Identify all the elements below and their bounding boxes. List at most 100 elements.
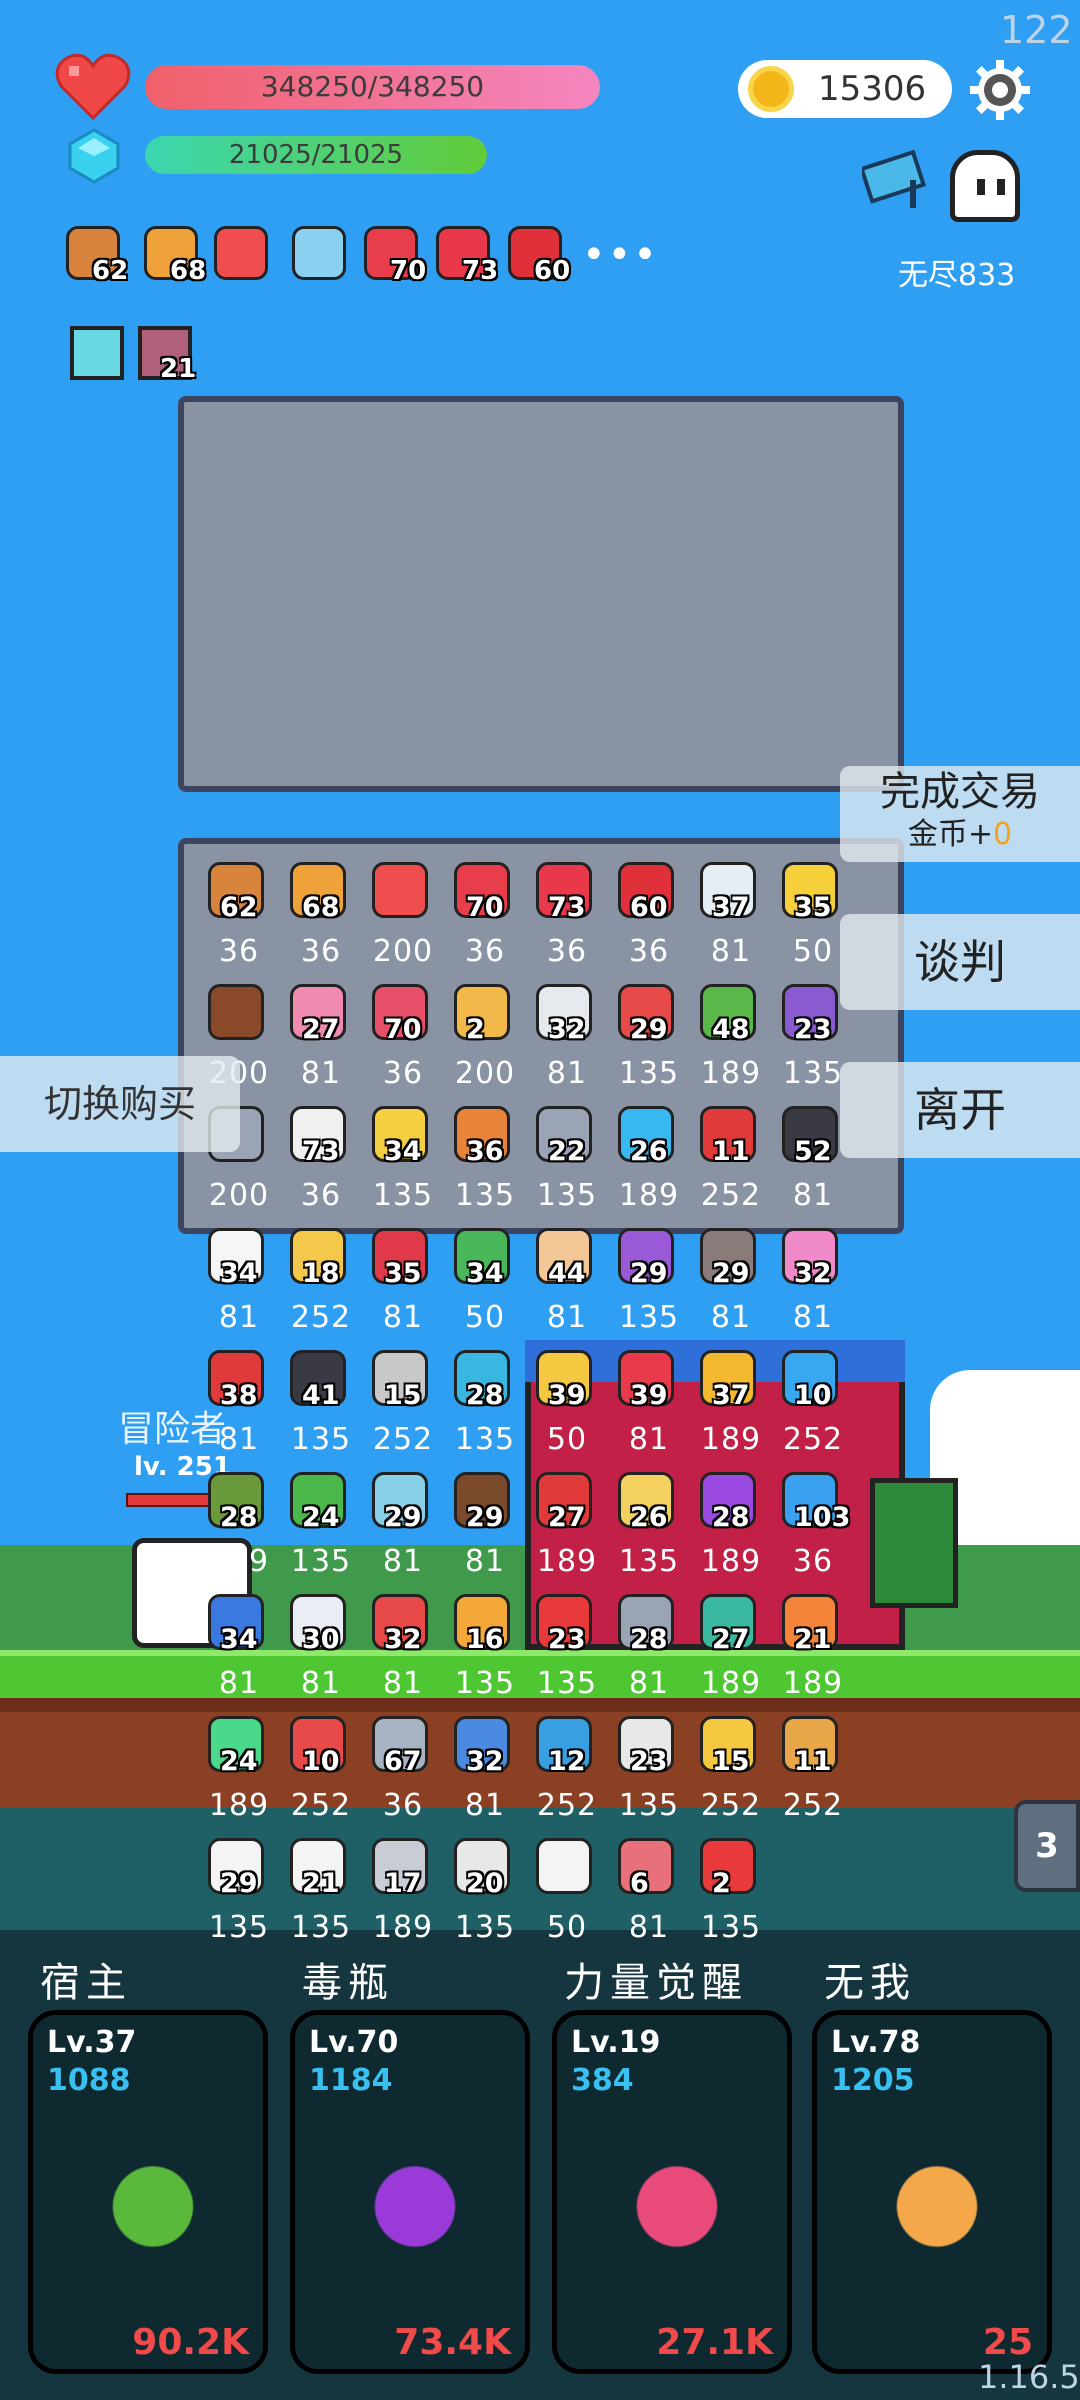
- shop-item[interactable]: 27 189: [526, 1472, 608, 1590]
- shop-item[interactable]: 37 81: [690, 862, 772, 980]
- shop-item[interactable]: 15 252: [690, 1716, 772, 1834]
- shop-item[interactable]: 28 135: [444, 1350, 526, 1468]
- negotiate-button[interactable]: 谈判: [840, 914, 1080, 1010]
- shop-item[interactable]: 103 36: [772, 1472, 854, 1590]
- shop-item[interactable]: 24 135: [280, 1472, 362, 1590]
- shop-item[interactable]: 48 189: [690, 984, 772, 1102]
- shop-item[interactable]: 34 50: [444, 1228, 526, 1346]
- shop-item[interactable]: 32 81: [362, 1594, 444, 1712]
- shop-item[interactable]: 27 81: [280, 984, 362, 1102]
- shop-item[interactable]: 2 135: [690, 1838, 772, 1956]
- item-count: 48: [712, 1014, 750, 1045]
- shop-item[interactable]: 28 189: [690, 1472, 772, 1590]
- shop-item[interactable]: 73 36: [280, 1106, 362, 1224]
- shop-item[interactable]: 27 189: [690, 1594, 772, 1712]
- shop-item[interactable]: 50: [526, 1838, 608, 1956]
- item-count: 62: [220, 892, 258, 923]
- shop-item[interactable]: 21 135: [280, 1838, 362, 1956]
- buff-slot[interactable]: 68: [140, 222, 206, 288]
- shop-item[interactable]: 24 189: [198, 1716, 280, 1834]
- buff-slot[interactable]: [210, 222, 276, 288]
- shop-item[interactable]: 73 36: [526, 862, 608, 980]
- item-price: 50: [546, 1910, 588, 1945]
- shop-item[interactable]: 32 81: [444, 1716, 526, 1834]
- buff-slot[interactable]: 73: [432, 222, 498, 288]
- shop-item[interactable]: 10 252: [280, 1716, 362, 1834]
- version-label: 1.16.5: [978, 2358, 1080, 2396]
- skill-card[interactable]: Lv.19 384 27.1K: [552, 2010, 792, 2374]
- status-effect-slot[interactable]: 21: [136, 324, 202, 390]
- shop-item[interactable]: 39 81: [608, 1350, 690, 1468]
- stage-badge[interactable]: 3: [1014, 1800, 1080, 1892]
- shop-item[interactable]: 29 135: [608, 1228, 690, 1346]
- shop-item[interactable]: 37 189: [690, 1350, 772, 1468]
- shop-item[interactable]: 62 36: [198, 862, 280, 980]
- skill-card[interactable]: Lv.70 1184 73.4K: [290, 2010, 530, 2374]
- shop-item[interactable]: 15 252: [362, 1350, 444, 1468]
- shop-item[interactable]: 34 135: [362, 1106, 444, 1224]
- leave-button[interactable]: 离开: [840, 1062, 1080, 1158]
- shop-item[interactable]: 38 81: [198, 1350, 280, 1468]
- shop-item[interactable]: 29 81: [444, 1472, 526, 1590]
- skill-card[interactable]: Lv.78 1205 25: [812, 2010, 1052, 2374]
- shop-item[interactable]: 11 252: [772, 1716, 854, 1834]
- shop-item[interactable]: 28 189: [198, 1472, 280, 1590]
- shop-item[interactable]: 30 81: [280, 1594, 362, 1712]
- shop-item[interactable]: 29 81: [362, 1472, 444, 1590]
- buff-slot[interactable]: 62: [62, 222, 128, 288]
- buff-slot[interactable]: [288, 222, 354, 288]
- shop-item[interactable]: 32 81: [526, 984, 608, 1102]
- endless-stage-label: 无尽833: [898, 258, 1016, 293]
- shop-item[interactable]: 70 36: [362, 984, 444, 1102]
- shop-item[interactable]: 44 81: [526, 1228, 608, 1346]
- shop-item[interactable]: 29 135: [198, 1838, 280, 1956]
- shop-item[interactable]: 16 135: [444, 1594, 526, 1712]
- shop-item[interactable]: 26 189: [608, 1106, 690, 1224]
- skill-name: 力量觉醒: [564, 1960, 748, 2006]
- shop-item[interactable]: 23 135: [526, 1594, 608, 1712]
- shop-item[interactable]: 70 36: [444, 862, 526, 980]
- more-buffs-button[interactable]: •••: [582, 232, 659, 278]
- item-count: 35: [794, 892, 832, 923]
- shop-item[interactable]: 11 252: [690, 1106, 772, 1224]
- shop-item[interactable]: 200: [362, 862, 444, 980]
- shop-item[interactable]: 21 189: [772, 1594, 854, 1712]
- shop-item[interactable]: 68 36: [280, 862, 362, 980]
- test-tube-icon: [617, 2135, 737, 2265]
- shop-item[interactable]: 10 252: [772, 1350, 854, 1468]
- shop-item[interactable]: 29 81: [690, 1228, 772, 1346]
- skill-card[interactable]: Lv.37 1088 90.2K: [28, 2010, 268, 2374]
- shop-item[interactable]: 6 81: [608, 1838, 690, 1956]
- shop-item[interactable]: 67 36: [362, 1716, 444, 1834]
- shop-item[interactable]: 32 81: [772, 1228, 854, 1346]
- shop-item[interactable]: 28 81: [608, 1594, 690, 1712]
- shop-item[interactable]: 17 189: [362, 1838, 444, 1956]
- shop-item[interactable]: 35 81: [362, 1228, 444, 1346]
- shop-item[interactable]: 29 135: [608, 984, 690, 1102]
- shop-item[interactable]: 26 135: [608, 1472, 690, 1590]
- item-price: 200: [454, 1056, 516, 1091]
- status-effect-slot[interactable]: [68, 324, 134, 390]
- skill-power: 1205: [831, 2063, 915, 2098]
- shop-item[interactable]: 34 81: [198, 1594, 280, 1712]
- buff-slot[interactable]: 70: [360, 222, 426, 288]
- shop-item[interactable]: 22 135: [526, 1106, 608, 1224]
- shop-item[interactable]: 2 200: [444, 984, 526, 1102]
- shop-item[interactable]: 12 252: [526, 1716, 608, 1834]
- complete-trade-button[interactable]: 完成交易 金币+0: [840, 766, 1080, 862]
- shop-item[interactable]: 18 252: [280, 1228, 362, 1346]
- shop-item[interactable]: 41 135: [280, 1350, 362, 1468]
- buff-slot[interactable]: 60: [504, 222, 570, 288]
- shop-item[interactable]: 23 135: [608, 1716, 690, 1834]
- shop-item[interactable]: 20 135: [444, 1838, 526, 1956]
- skill-value: 73.4K: [394, 2322, 511, 2363]
- shop-item[interactable]: 36 135: [444, 1106, 526, 1224]
- boss-ghost-icon[interactable]: [950, 150, 1020, 222]
- shop-item[interactable]: 60 36: [608, 862, 690, 980]
- item-count: 29: [466, 1502, 504, 1533]
- shop-item[interactable]: 39 50: [526, 1350, 608, 1468]
- shop-item[interactable]: 34 81: [198, 1228, 280, 1346]
- item-count: 2: [466, 1014, 485, 1045]
- switch-buy-button[interactable]: 切换购买: [0, 1056, 240, 1152]
- gear-icon[interactable]: [968, 58, 1032, 122]
